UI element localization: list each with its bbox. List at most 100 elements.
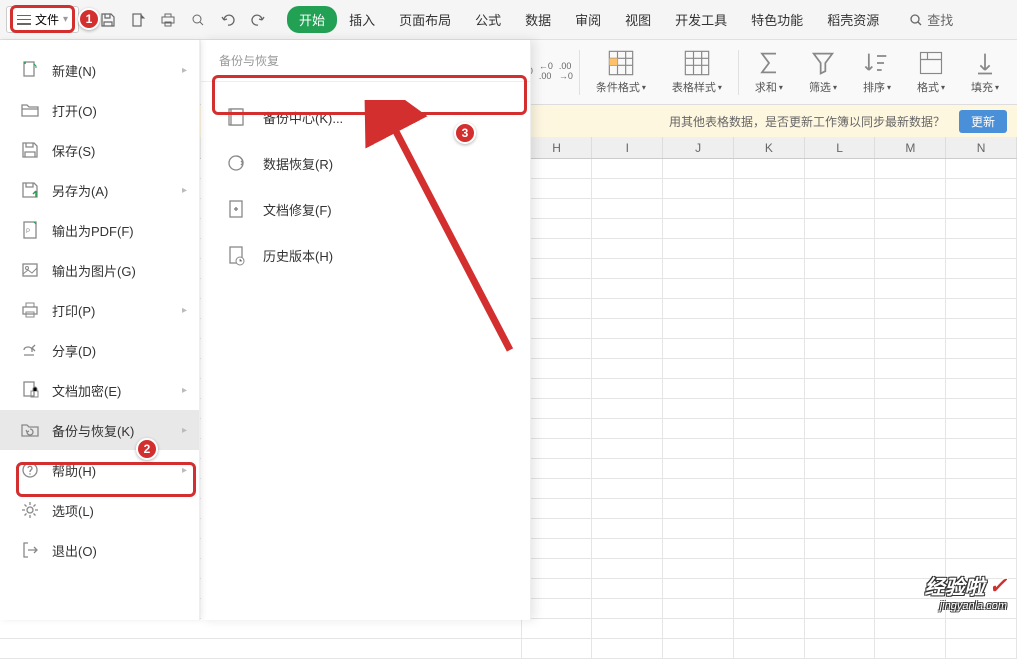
cell[interactable] (875, 159, 946, 178)
cell[interactable] (663, 199, 734, 218)
cell[interactable] (522, 419, 593, 438)
cell[interactable] (522, 179, 593, 198)
fill[interactable]: 填充▾ (961, 40, 1009, 104)
cell[interactable] (805, 539, 876, 558)
cell[interactable] (875, 459, 946, 478)
cell[interactable] (663, 179, 734, 198)
cell[interactable] (522, 199, 593, 218)
cell[interactable] (663, 219, 734, 238)
cell[interactable] (734, 499, 805, 518)
cell[interactable] (734, 399, 805, 418)
cell[interactable] (734, 259, 805, 278)
cell[interactable] (946, 199, 1017, 218)
cell[interactable] (522, 579, 593, 598)
cell[interactable] (522, 379, 593, 398)
sort[interactable]: 排序▾ (853, 40, 901, 104)
cell[interactable] (946, 539, 1017, 558)
cell[interactable] (805, 159, 876, 178)
cell[interactable] (946, 259, 1017, 278)
cell[interactable] (663, 379, 734, 398)
search-button[interactable]: 查找 (909, 10, 953, 29)
cell[interactable] (522, 519, 593, 538)
cell[interactable] (592, 339, 663, 358)
cell[interactable] (805, 379, 876, 398)
cell[interactable] (875, 279, 946, 298)
col-header-K[interactable]: K (734, 137, 805, 158)
cell[interactable] (875, 619, 946, 638)
cell[interactable] (946, 499, 1017, 518)
cell[interactable] (946, 359, 1017, 378)
cell[interactable] (805, 579, 876, 598)
cell[interactable] (522, 299, 593, 318)
cell[interactable] (522, 159, 593, 178)
cell[interactable] (592, 159, 663, 178)
cell[interactable] (522, 359, 593, 378)
cell[interactable] (663, 519, 734, 538)
cell[interactable] (805, 179, 876, 198)
cell[interactable] (875, 179, 946, 198)
print-icon[interactable] (159, 11, 177, 29)
cell[interactable] (875, 379, 946, 398)
tab-data[interactable]: 数据 (513, 6, 563, 33)
cell[interactable] (805, 639, 876, 658)
cell[interactable] (805, 399, 876, 418)
undo-icon[interactable] (219, 11, 237, 29)
submenu-repair[interactable]: 文档修复(F) (201, 186, 530, 232)
cell[interactable] (663, 279, 734, 298)
cell[interactable] (663, 479, 734, 498)
cell[interactable] (875, 419, 946, 438)
cell[interactable] (734, 279, 805, 298)
cell[interactable] (805, 559, 876, 578)
cell[interactable] (805, 459, 876, 478)
cell[interactable] (663, 259, 734, 278)
cell[interactable] (805, 439, 876, 458)
file-menu-button[interactable]: 文件 ▾ (6, 6, 79, 33)
cell[interactable] (734, 299, 805, 318)
cell[interactable] (875, 299, 946, 318)
cell[interactable] (875, 499, 946, 518)
cell[interactable] (875, 199, 946, 218)
cell[interactable] (663, 599, 734, 618)
cell[interactable] (592, 259, 663, 278)
cell[interactable] (875, 239, 946, 258)
cell[interactable] (592, 619, 663, 638)
cell[interactable] (805, 219, 876, 238)
cell[interactable] (592, 519, 663, 538)
file-menu-open[interactable]: 打开(O) (0, 90, 199, 130)
cell[interactable] (805, 479, 876, 498)
cell[interactable] (805, 419, 876, 438)
cell[interactable] (663, 579, 734, 598)
cell[interactable] (663, 619, 734, 638)
cell[interactable] (592, 199, 663, 218)
cell[interactable] (734, 479, 805, 498)
cell[interactable] (946, 219, 1017, 238)
cell[interactable] (946, 639, 1017, 658)
update-button[interactable]: 更新 (959, 110, 1007, 133)
cell[interactable] (663, 499, 734, 518)
cell[interactable] (663, 239, 734, 258)
conditional-format[interactable]: 条件格式▾ (586, 40, 656, 104)
cell[interactable] (946, 279, 1017, 298)
cell[interactable] (592, 239, 663, 258)
cell[interactable] (875, 479, 946, 498)
cell[interactable] (946, 479, 1017, 498)
cell[interactable] (946, 159, 1017, 178)
cell[interactable] (946, 619, 1017, 638)
cell[interactable] (663, 319, 734, 338)
cell[interactable] (875, 539, 946, 558)
cell[interactable] (734, 579, 805, 598)
cell[interactable] (592, 179, 663, 198)
cell[interactable] (522, 499, 593, 518)
cell[interactable] (592, 499, 663, 518)
cell[interactable] (592, 219, 663, 238)
file-menu-print[interactable]: 打印(P)▸ (0, 290, 199, 330)
cell[interactable] (875, 439, 946, 458)
cell[interactable] (875, 519, 946, 538)
cell[interactable] (946, 419, 1017, 438)
cell[interactable] (592, 639, 663, 658)
cell[interactable] (946, 439, 1017, 458)
file-menu-pdf[interactable]: P输出为PDF(F) (0, 210, 199, 250)
cell[interactable] (522, 279, 593, 298)
cell[interactable] (805, 599, 876, 618)
format[interactable]: 格式▾ (907, 40, 955, 104)
